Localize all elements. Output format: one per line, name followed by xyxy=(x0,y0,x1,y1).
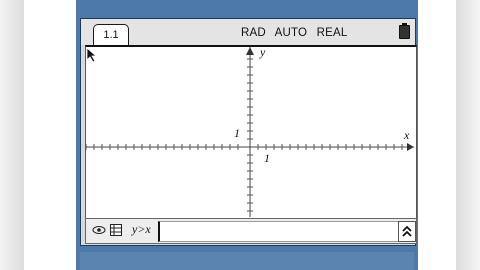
calculator-screen: 1.1 RAD AUTO REAL y x 1 1 y>x xyxy=(80,18,417,246)
expand-button[interactable] xyxy=(398,221,416,242)
mouse-pointer-icon xyxy=(86,47,98,63)
y-axis-label: y xyxy=(259,47,266,59)
y-axis xyxy=(247,47,253,217)
battery-icon xyxy=(399,23,410,39)
y-tick-label: 1 xyxy=(234,126,240,140)
y-axis-arrow xyxy=(246,47,254,55)
tab-page-1-1[interactable]: 1.1 xyxy=(93,24,129,47)
x-tick-label: 1 xyxy=(264,151,270,165)
bottom-bar xyxy=(80,252,414,270)
status-bar: 1.1 RAD AUTO REAL xyxy=(81,19,415,47)
table-icon[interactable] xyxy=(110,224,122,236)
entry-line: y>x xyxy=(85,218,417,244)
double-chevron-up-icon xyxy=(402,225,412,237)
angle-mode: RAD xyxy=(241,27,266,39)
mode-indicator: RAD AUTO REAL xyxy=(241,27,353,39)
x-axis-arrow xyxy=(407,143,414,151)
coordinate-plane: y x 1 1 xyxy=(86,47,414,217)
relation-input[interactable] xyxy=(158,221,399,242)
device-right-edge xyxy=(456,0,480,270)
relation-label: y>x xyxy=(132,222,151,236)
device-left-edge xyxy=(0,0,24,270)
calc-mode: AUTO xyxy=(274,27,308,39)
number-mode: REAL xyxy=(316,27,348,39)
graph-area[interactable]: y x 1 1 xyxy=(85,45,417,219)
eye-icon[interactable] xyxy=(92,225,106,235)
x-axis-label: x xyxy=(403,128,410,142)
